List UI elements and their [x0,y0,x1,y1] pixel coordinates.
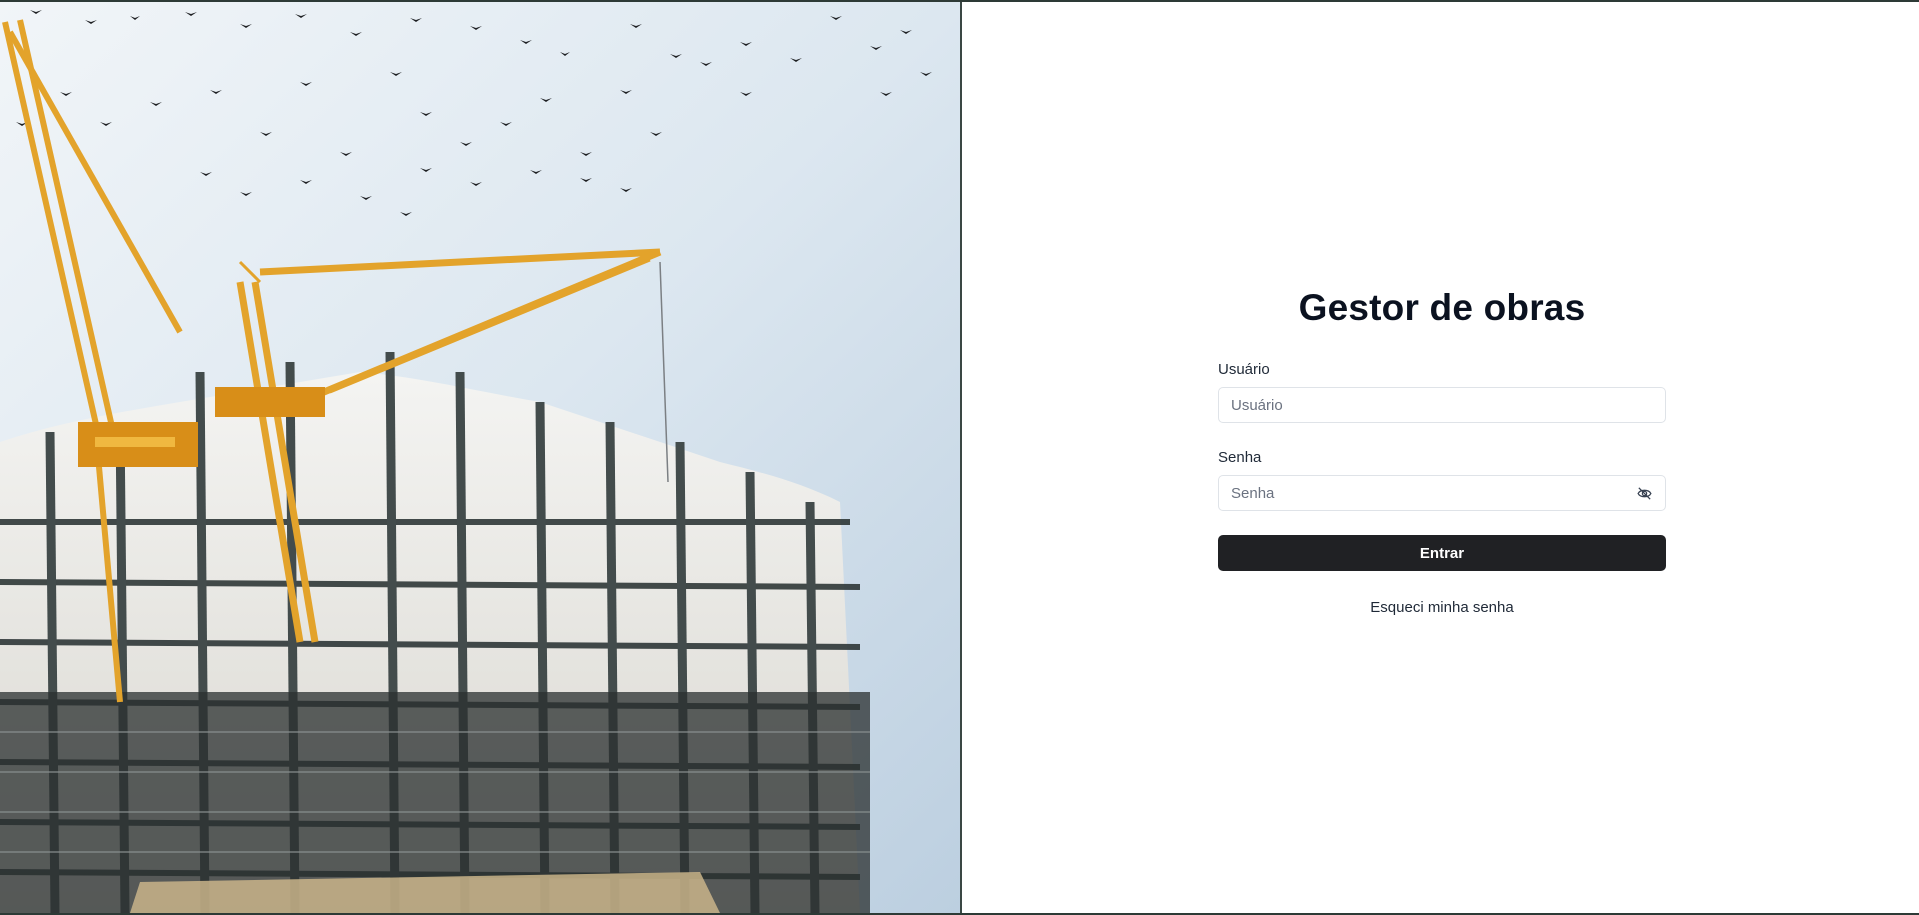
password-label: Senha [1218,449,1262,466]
login-button[interactable]: Entrar [1218,535,1666,571]
construction-illustration [0,2,960,913]
username-input[interactable] [1219,388,1665,422]
app-window: Gestor de obras Usuário Senha Entrar Esq… [0,0,1919,915]
username-label: Usuário [1218,361,1270,378]
login-panel: Gestor de obras Usuário Senha Entrar Esq… [962,2,1919,913]
hero-image [0,2,960,913]
username-field-wrapper [1218,387,1666,423]
page-title: Gestor de obras [1298,287,1586,328]
forgot-password-link[interactable]: Esqueci minha senha [1218,599,1666,616]
password-field-wrapper [1218,475,1666,511]
eye-off-icon[interactable] [1636,485,1653,502]
login-form: Gestor de obras Usuário Senha Entrar Esq… [1218,284,1666,616]
password-input[interactable] [1219,476,1665,510]
